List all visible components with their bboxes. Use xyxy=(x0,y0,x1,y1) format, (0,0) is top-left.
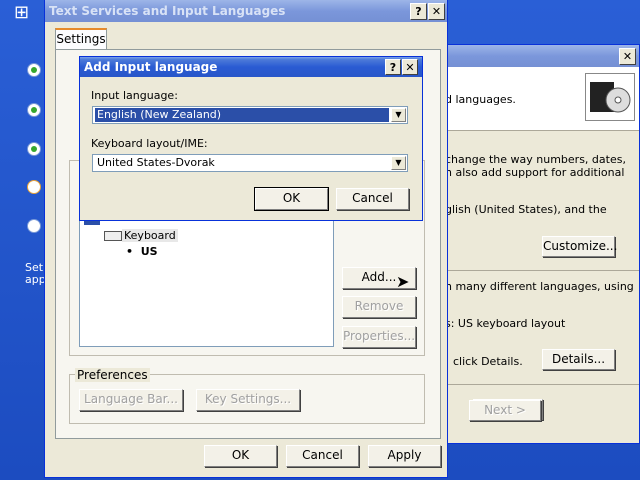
keyboard-layout-label: Keyboard layout/IME: xyxy=(91,137,208,150)
ok-button[interactable]: OK xyxy=(204,445,277,467)
add-input-language-dialog: Add Input language ? ✕ Input language: E… xyxy=(79,56,423,221)
setup-step-radio-2 xyxy=(27,103,41,117)
regional-wizard-window: ✕ d languages. change the way numbers, d… xyxy=(440,44,640,444)
wizard-paragraph1: d languages. xyxy=(445,93,516,106)
wizard-footer-divider xyxy=(441,384,639,385)
setup-text-line2: app xyxy=(25,273,46,286)
windows-logo-icon: ⊞ xyxy=(14,2,30,23)
text-services-titlebar: Text Services and Input Languages xyxy=(45,0,447,22)
wizard-paragraph3: glish (United States), and the xyxy=(445,203,607,216)
keyboard-layout-value: United States-Dvorak xyxy=(97,156,215,169)
add-input-titlebar: Add Input language xyxy=(80,57,422,77)
cancel-button[interactable]: Cancel xyxy=(286,445,359,467)
setup-step-radio-1 xyxy=(27,63,41,77)
wizard-paragraph6: click Details. xyxy=(453,355,523,368)
wizard-close-icon[interactable]: ✕ xyxy=(619,48,636,65)
apply-button[interactable]: Apply xyxy=(368,445,441,467)
next-button[interactable]: Next > xyxy=(469,400,541,421)
wizard-titlebar xyxy=(441,45,639,67)
chevron-down-icon[interactable]: ▼ xyxy=(391,108,406,122)
tree-item-keyboard[interactable]: Keyboard xyxy=(122,229,178,242)
setup-step-radio-5 xyxy=(27,219,41,233)
details-button[interactable]: Details... xyxy=(542,349,615,370)
add-input-close-icon[interactable]: ✕ xyxy=(402,59,418,75)
setup-step-radio-3 xyxy=(27,142,41,156)
tree-item-us[interactable]: • US xyxy=(126,245,158,258)
wizard-paragraph4: n many different languages, using xyxy=(445,280,634,293)
keyboard-layout-select[interactable]: United States-Dvorak ▼ xyxy=(92,154,408,172)
input-language-value: English (New Zealand) xyxy=(95,108,389,122)
input-language-label: Input language: xyxy=(91,89,178,102)
mouse-pointer-icon: ➤ xyxy=(396,272,410,291)
wizard-divider xyxy=(441,270,639,271)
remove-button[interactable]: Remove xyxy=(342,296,416,318)
close-icon[interactable]: ✕ xyxy=(428,3,445,20)
add-input-title: Add Input language xyxy=(84,60,218,74)
add-input-cancel-button[interactable]: Cancel xyxy=(336,188,409,210)
setup-step-radio-4 xyxy=(27,180,41,194)
key-settings-button[interactable]: Key Settings... xyxy=(196,389,300,411)
installed-services-tree[interactable]: Keyboard • US xyxy=(79,219,334,347)
properties-button[interactable]: Properties... xyxy=(342,326,416,348)
add-input-help-icon[interactable]: ? xyxy=(385,59,401,75)
keyboard-icon xyxy=(104,231,122,241)
tab-settings[interactable]: Settings xyxy=(55,28,107,50)
language-bar-button[interactable]: Language Bar... xyxy=(79,389,183,411)
input-language-select[interactable]: English (New Zealand) ▼ xyxy=(92,106,408,124)
customize-button[interactable]: Customize... xyxy=(542,236,617,257)
chevron-down-icon[interactable]: ▼ xyxy=(391,156,406,170)
wizard-paragraph2-line1: change the way numbers, dates, xyxy=(445,153,626,166)
add-input-ok-button[interactable]: OK xyxy=(254,187,329,211)
wizard-paragraph5: s: US keyboard layout xyxy=(445,317,566,330)
preferences-label: Preferences xyxy=(75,368,150,382)
help-icon[interactable]: ? xyxy=(410,3,427,20)
wizard-paragraph2-line2: n also add support for additional xyxy=(445,166,625,179)
tree-item-us-label: US xyxy=(140,245,158,258)
text-services-title: Text Services and Input Languages xyxy=(49,4,286,18)
cd-box-icon xyxy=(585,73,635,121)
